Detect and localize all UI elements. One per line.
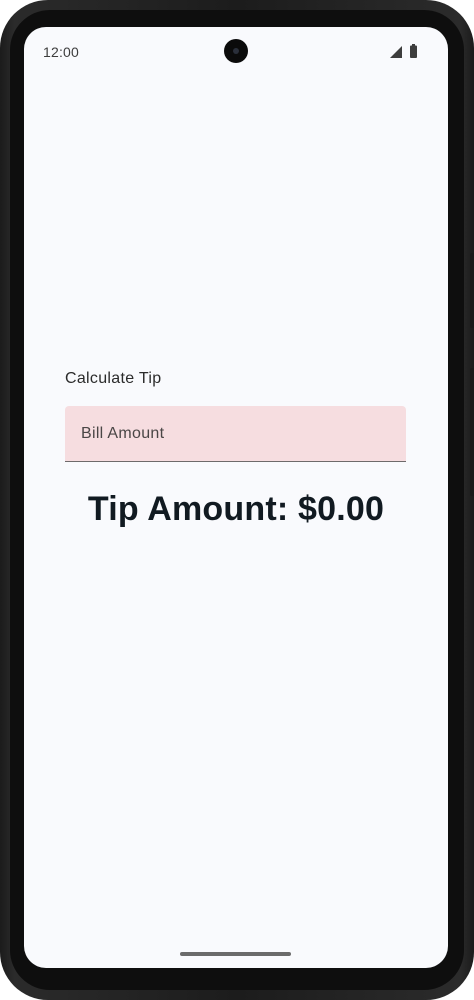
bill-amount-input[interactable]	[65, 406, 406, 461]
tip-form: Calculate Tip	[65, 363, 406, 462]
volume-button	[470, 368, 474, 496]
battery-full-icon	[410, 44, 417, 58]
front-camera-icon	[224, 39, 248, 63]
bill-amount-field[interactable]	[65, 406, 406, 462]
tip-amount-text: Tip Amount: $0.00	[87, 490, 385, 528]
gesture-nav-handle[interactable]	[180, 952, 291, 956]
app-screen: 12:00 Calculate Tip Tip Amount: $0.00	[24, 27, 448, 968]
cellular-signal-icon	[390, 46, 402, 58]
phone-frame: 12:00 Calculate Tip Tip Amount: $0.00	[0, 0, 474, 1000]
status-time: 12:00	[43, 44, 80, 60]
power-button	[470, 253, 474, 328]
calculate-tip-label: Calculate Tip	[65, 370, 162, 387]
status-bar: 12:00	[24, 27, 448, 77]
